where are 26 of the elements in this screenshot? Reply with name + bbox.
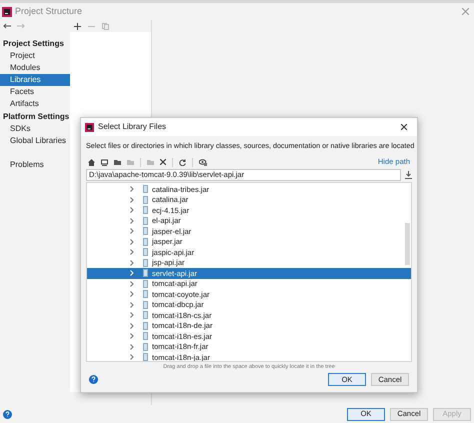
section-heading: Platform Settings xyxy=(2,111,70,123)
window-title: Project Structure xyxy=(15,4,82,18)
help-icon[interactable] xyxy=(89,375,98,384)
download-icon[interactable] xyxy=(405,171,412,179)
sidebar-item[interactable]: Facets xyxy=(0,86,70,98)
close-icon[interactable] xyxy=(401,124,407,130)
sidebar-item[interactable]: Project xyxy=(0,50,70,62)
sidebar-item[interactable]: SDKs xyxy=(0,123,70,135)
home-icon[interactable] xyxy=(88,158,95,166)
back-arrow-icon[interactable] xyxy=(3,23,11,29)
refresh-icon[interactable] xyxy=(179,158,186,166)
sidebar-item[interactable]: Libraries xyxy=(0,74,70,86)
help-icon[interactable] xyxy=(3,410,12,418)
add-icon[interactable] xyxy=(74,22,81,30)
show-hidden-icon[interactable] xyxy=(199,158,207,166)
sidebar-item[interactable]: Modules xyxy=(0,62,70,74)
sidebar-item[interactable]: Global Libraries xyxy=(0,135,70,147)
dialog-title: Select Library Files xyxy=(98,121,166,133)
delete-icon[interactable] xyxy=(160,159,166,165)
sidebar-item[interactable]: Artifacts xyxy=(0,98,70,110)
sidebar-item[interactable]: Problems xyxy=(0,159,70,171)
desktop-icon[interactable] xyxy=(101,158,108,166)
scrollbar-thumb[interactable] xyxy=(405,223,410,265)
section-heading: Project Settings xyxy=(2,38,65,50)
app-logo-icon xyxy=(85,122,94,132)
app-logo-icon xyxy=(2,6,12,16)
